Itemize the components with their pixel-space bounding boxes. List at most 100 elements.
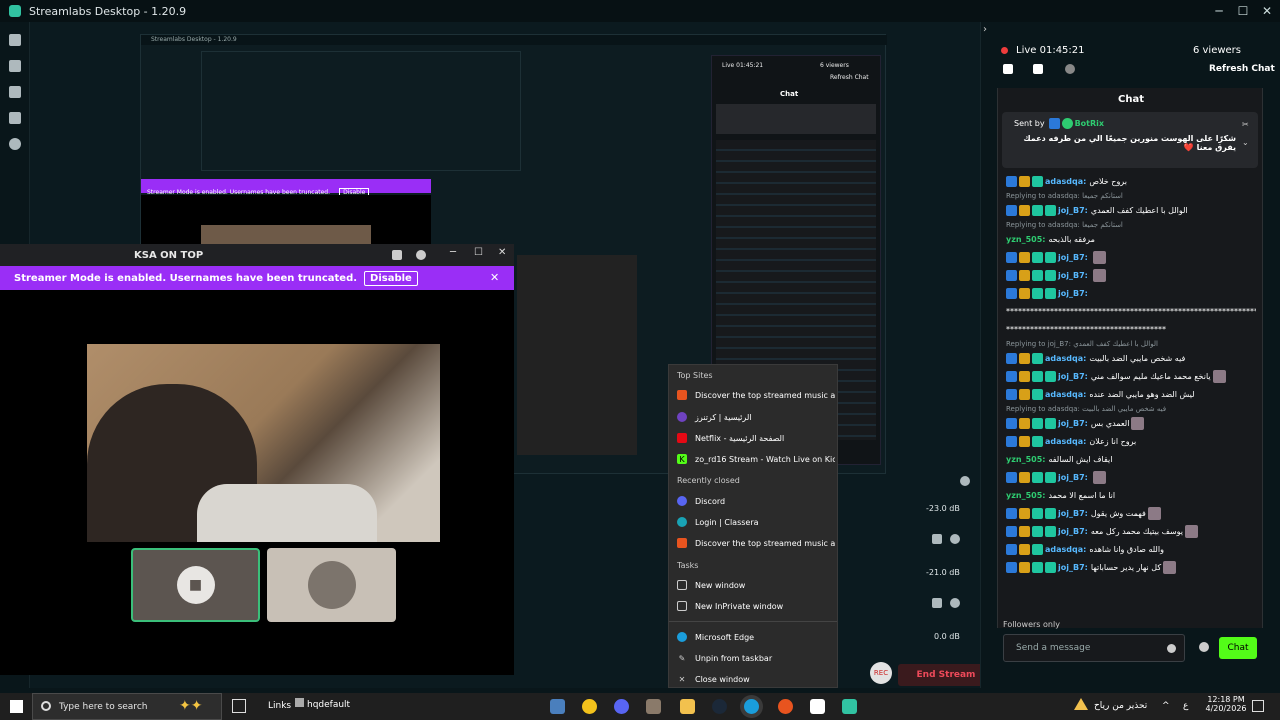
- user-badge-icon: [1032, 544, 1043, 555]
- new-inprivate-window-item[interactable]: New InPrivate window: [677, 596, 835, 616]
- jumplist-recent[interactable]: Discord: [677, 491, 835, 511]
- steam-icon[interactable]: [712, 699, 727, 714]
- send-message-input[interactable]: Send a message: [1003, 634, 1185, 662]
- chat-username[interactable]: joj_B7:: [1058, 419, 1088, 428]
- close-window-item[interactable]: ✕ Close window: [677, 669, 835, 689]
- chat-settings-icon[interactable]: [1199, 642, 1209, 652]
- weather-alert-text[interactable]: تحذير من رياح: [1094, 701, 1147, 711]
- chat-username[interactable]: joj_B7:: [1058, 473, 1088, 482]
- nested-titlebar: Streamlabs Desktop - 1.20.9: [141, 35, 887, 45]
- mixer-settings-icon[interactable]: [960, 476, 970, 486]
- live-indicator-icon: [1001, 46, 1008, 54]
- webcam-feed: [87, 344, 440, 542]
- new-window-item[interactable]: New window: [677, 575, 835, 595]
- capcut-icon[interactable]: [810, 699, 825, 714]
- unpin-from-taskbar-item[interactable]: ✎ Unpin from taskbar: [677, 648, 835, 668]
- taskbar-clock[interactable]: 12:18 PM 4/20/2026: [1204, 695, 1248, 713]
- chat-username[interactable]: joj_B7:: [1058, 289, 1088, 298]
- photo-icon[interactable]: [646, 699, 661, 714]
- input-language[interactable]: ع: [1183, 701, 1188, 711]
- user-badge-icon: [1006, 508, 1017, 519]
- edge-icon[interactable]: [744, 699, 759, 714]
- refresh-chat-button[interactable]: Refresh Chat: [1209, 64, 1275, 74]
- chat-username[interactable]: adasdqa:: [1045, 177, 1086, 186]
- chat-username[interactable]: adasdqa:: [1045, 354, 1086, 363]
- microsoft-edge-item[interactable]: Microsoft Edge: [677, 627, 835, 647]
- soundcloud-icon[interactable]: [778, 699, 793, 714]
- file-explorer-icon[interactable]: [680, 699, 695, 714]
- chat-username[interactable]: adasdqa:: [1045, 390, 1086, 399]
- minimize-button[interactable]: ─: [1208, 2, 1230, 20]
- show-hidden-icons[interactable]: ^: [1162, 701, 1170, 711]
- picture-in-picture-icon[interactable]: [392, 250, 402, 260]
- maximize-button[interactable]: ☐: [1232, 2, 1254, 20]
- chat-text: بروح خلاص: [1089, 177, 1127, 186]
- collapse-panel-icon[interactable]: ›: [983, 24, 987, 35]
- close-button[interactable]: ✕: [498, 247, 506, 258]
- studio-mode-icon[interactable]: [9, 112, 21, 124]
- close-button[interactable]: ✕: [1256, 2, 1278, 20]
- jumplist-top-site[interactable]: Kzo_rd16 Stream - Watch Live on Kick: [677, 449, 835, 469]
- chat-username[interactable]: joj_B7:: [1058, 206, 1088, 215]
- jumplist-recent[interactable]: Login | Classera: [677, 512, 835, 532]
- chat-username[interactable]: joj_B7:: [1058, 372, 1088, 381]
- emote-image: [1092, 269, 1106, 282]
- chat-username[interactable]: yzn_505:: [1006, 491, 1045, 500]
- chat-username[interactable]: adasdqa:: [1045, 437, 1086, 446]
- settings-gear-icon[interactable]: [950, 534, 960, 544]
- mute-icon[interactable]: [932, 534, 942, 544]
- disable-button[interactable]: Disable: [364, 270, 418, 286]
- discord-icon[interactable]: [614, 699, 629, 714]
- chat-username[interactable]: adasdqa:: [1045, 545, 1086, 554]
- chat-username[interactable]: joj_B7:: [1058, 271, 1088, 280]
- chrome-icon[interactable]: [582, 699, 597, 714]
- editor-icon[interactable]: [9, 34, 21, 46]
- notifications-icon[interactable]: [1252, 700, 1264, 712]
- user-badge-icon: [1045, 252, 1056, 263]
- unpin-icon[interactable]: ✂: [1242, 120, 1249, 129]
- emoji-icon[interactable]: [1167, 643, 1176, 653]
- jumplist-top-site[interactable]: الرئيسية | كرتنرز: [677, 407, 835, 427]
- maximize-button[interactable]: ☐: [474, 247, 483, 258]
- weather-alert-icon[interactable]: [1074, 698, 1088, 710]
- chat-message: joj_B7:: [1006, 250, 1256, 265]
- participant-tile-avatar[interactable]: [267, 548, 396, 622]
- chat-username[interactable]: joj_B7:: [1058, 509, 1088, 518]
- chat-send-button[interactable]: Chat: [1219, 637, 1257, 659]
- store-icon[interactable]: [9, 86, 21, 98]
- help-icon[interactable]: [416, 250, 426, 260]
- streamlabs-taskbar-icon[interactable]: [842, 699, 857, 714]
- jumplist-top-site[interactable]: Netflix - الصفحة الرئيسية: [677, 428, 835, 448]
- mute-icon[interactable]: [932, 598, 942, 608]
- minimize-button[interactable]: ─: [450, 247, 456, 258]
- participant-tile-camera-off[interactable]: ■: [131, 548, 260, 622]
- settings-gear-icon[interactable]: [950, 598, 960, 608]
- reply-context: Replying to joj_B7: الوالل با اعطيك كفف …: [1006, 340, 1158, 348]
- task-view-icon[interactable]: [232, 699, 246, 713]
- chat-username[interactable]: joj_B7:: [1058, 563, 1088, 572]
- banner-close-icon[interactable]: ✕: [490, 271, 499, 284]
- user-badge-icon: [1045, 418, 1056, 429]
- recording-history-icon[interactable]: [9, 138, 21, 150]
- jumplist-recent[interactable]: Discover the top streamed music and...: [677, 533, 835, 553]
- windows-start-icon[interactable]: [10, 700, 23, 713]
- chat-username[interactable]: yzn_505:: [1006, 235, 1045, 244]
- rec-button[interactable]: REC: [870, 662, 892, 684]
- taskbar-app-icon[interactable]: [550, 699, 565, 714]
- user-badge-icon: [1006, 270, 1017, 281]
- links-hqdefault[interactable]: hqdefault: [295, 698, 350, 710]
- participant-avatar: [307, 561, 356, 609]
- jumplist-top-site[interactable]: Discover the top streamed music and...: [677, 385, 835, 405]
- chat-username[interactable]: yzn_505:: [1006, 455, 1045, 464]
- nested-refresh: Refresh Chat: [830, 74, 869, 81]
- share-icon[interactable]: [1065, 64, 1075, 74]
- chat-username[interactable]: joj_B7:: [1058, 253, 1088, 262]
- edit-icon[interactable]: [1003, 64, 1013, 74]
- themes-icon[interactable]: [9, 60, 21, 72]
- popout-icon[interactable]: [1033, 64, 1043, 74]
- chat-username[interactable]: joj_B7:: [1058, 527, 1088, 536]
- links-toolbar[interactable]: Links: [268, 701, 291, 711]
- chat-text: ايقاف ايش السالفه: [1048, 455, 1113, 464]
- taskbar-search-box[interactable]: Type here to search ✦✦: [32, 693, 222, 720]
- chevron-down-icon[interactable]: ⌄: [1242, 138, 1249, 147]
